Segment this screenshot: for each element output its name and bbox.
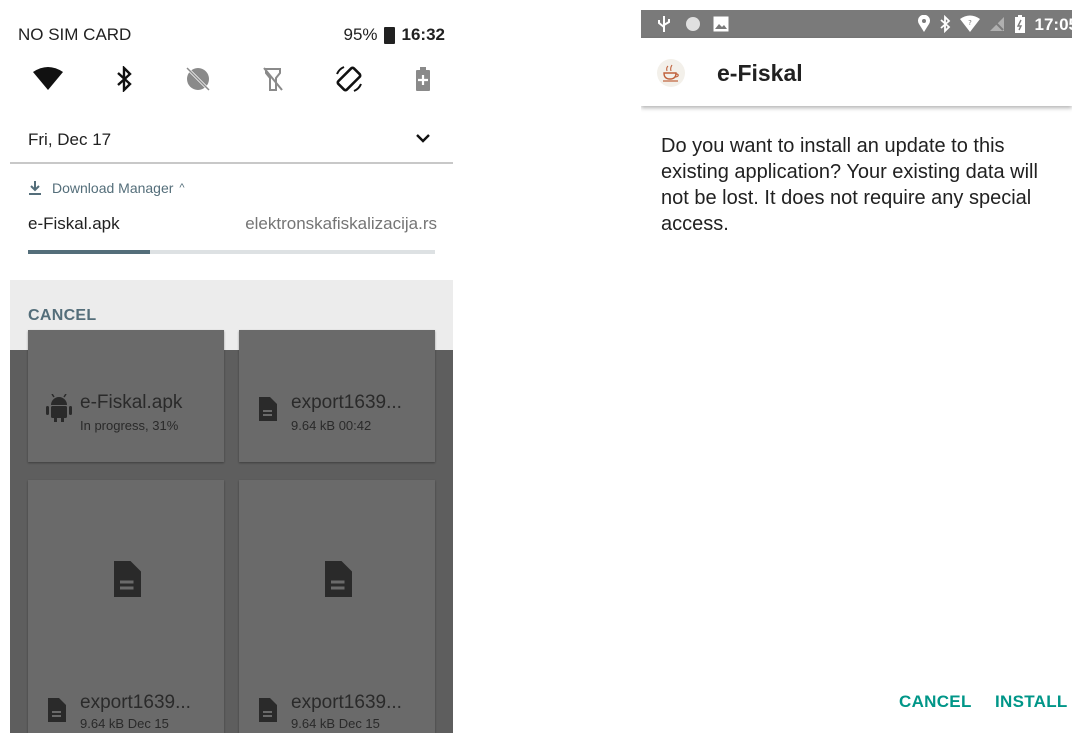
file-name: export1639... (291, 392, 402, 413)
notification-app-name: Download Manager (52, 180, 174, 196)
file-name: e-Fiskal.apk (80, 392, 183, 413)
date-row[interactable]: Fri, Dec 17 (10, 118, 453, 164)
document-icon (325, 560, 352, 597)
battery-saver-icon[interactable] (415, 66, 431, 92)
status-right: 95% 16:32 (343, 25, 445, 45)
install-button[interactable]: INSTALL (995, 692, 1068, 712)
svg-text:?: ? (968, 19, 972, 27)
battery-icon (383, 26, 395, 44)
file-subtitle: 9.64 kB Dec 15 (80, 716, 169, 731)
bluetooth-icon[interactable] (115, 66, 135, 92)
wifi-icon: ? (960, 15, 980, 32)
circle-icon (686, 17, 700, 31)
file-subtitle: 9.64 kB Dec 15 (291, 716, 380, 731)
android-icon (46, 394, 72, 422)
chevron-down-icon[interactable] (415, 130, 431, 146)
cancel-button[interactable]: CANCEL (899, 692, 972, 712)
usb-icon (658, 16, 670, 32)
install-dialog-screen: ? 17:05 e-Fiskal Do you want to install … (641, 0, 1072, 733)
file-subtitle: In progress, 31% (80, 418, 179, 433)
chevron-up-icon[interactable]: ^ (179, 182, 184, 194)
status-bar: ? 17:05 (641, 10, 1072, 38)
date-label: Fri, Dec 17 (28, 130, 112, 149)
download-progress-fill (28, 250, 151, 254)
file-card-export-3[interactable]: export1639... 9.64 kB Dec 15 (239, 480, 435, 733)
file-name: export1639... (80, 692, 191, 713)
document-icon (48, 698, 66, 722)
downloads-grid: e-Fiskal.apk In progress, 31% export1639… (10, 330, 453, 733)
wifi-icon[interactable] (32, 67, 64, 91)
battery-percent: 95% (343, 25, 378, 44)
battery-charging-icon (1015, 15, 1025, 33)
download-icon (29, 181, 41, 195)
carrier-label: NO SIM CARD (18, 25, 132, 44)
document-icon (259, 698, 277, 722)
cancel-download-button[interactable]: CANCEL (28, 307, 96, 325)
status-bar: NO SIM CARD 95% 16:32 (10, 0, 453, 50)
app-bar: e-Fiskal (641, 38, 1072, 106)
auto-rotate-icon[interactable] (334, 64, 364, 94)
file-card-export-1[interactable]: export1639... 9.64 kB 00:42 (239, 330, 435, 462)
app-logo (657, 59, 685, 87)
document-icon (114, 560, 141, 597)
quick-settings-row (10, 58, 453, 100)
notification-shade: NO SIM CARD 95% 16:32 Fri, Dec 17 Downlo… (10, 0, 453, 733)
file-card-export-2[interactable]: export1639... 9.64 kB Dec 15 (28, 480, 224, 733)
bluetooth-icon (940, 15, 951, 33)
image-icon (713, 16, 729, 32)
flashlight-off-icon[interactable] (262, 66, 284, 92)
app-title: e-Fiskal (717, 60, 803, 86)
clock: 17:05 (1034, 15, 1072, 34)
coffee-cup-icon (663, 64, 679, 82)
file-name: export1639... (291, 692, 402, 713)
no-signal-icon (990, 17, 1004, 31)
clock: 16:32 (401, 25, 445, 44)
location-icon (918, 15, 930, 32)
file-card-apk[interactable]: e-Fiskal.apk In progress, 31% (28, 330, 224, 462)
download-progress-bar (28, 250, 435, 254)
download-site: elektronskafiskalizacija.rs (245, 214, 437, 233)
download-filename: e-Fiskal.apk (28, 214, 120, 233)
document-icon (259, 397, 277, 421)
file-subtitle: 9.64 kB 00:42 (291, 418, 372, 433)
install-message: Do you want to install an update to this… (661, 135, 1038, 235)
download-notification[interactable]: Download Manager ^ e-Fiskal.apk elektron… (10, 164, 453, 280)
notification-header: Download Manager ^ (28, 180, 185, 196)
dnd-icon[interactable] (185, 66, 211, 92)
